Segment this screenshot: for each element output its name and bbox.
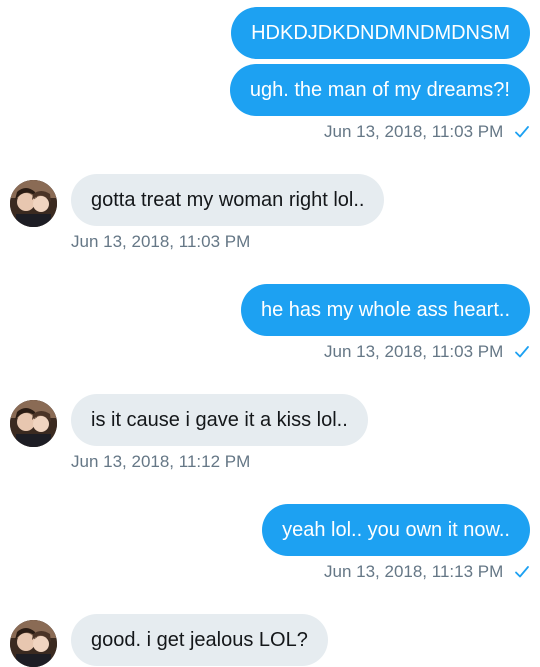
message-timestamp: Jun 13, 2018, 11:13 PM (324, 561, 530, 586)
sent-message-bubble[interactable]: he has my whole ass heart.. (240, 284, 530, 336)
received-message-bubble[interactable]: good. i get jealous LOL? (71, 614, 328, 666)
checkmark-icon (514, 564, 530, 586)
timestamp-text: Jun 13, 2018, 11:13 PM (324, 562, 504, 581)
message-text: yeah lol.. you own it now.. (282, 519, 510, 541)
sent-message-bubble[interactable]: HDKDJDKDNDMNDMDNSM (231, 7, 530, 59)
message-text: gotta treat my woman right lol.. (91, 189, 365, 211)
message-text: HDKDJDKDNDMNDMDNSM (251, 22, 510, 44)
message-thread: HDKDJDKDNDMNDMDNSM ugh. the man of my dr… (0, 0, 540, 667)
sent-message-bubble[interactable]: yeah lol.. you own it now.. (262, 504, 530, 556)
checkmark-icon (514, 344, 530, 366)
received-message-bubble[interactable]: gotta treat my woman right lol.. (71, 174, 385, 226)
message-text: good. i get jealous LOL? (91, 629, 308, 651)
message-timestamp: Jun 13, 2018, 11:03 PM (324, 121, 530, 146)
timestamp-text: Jun 13, 2018, 11:03 PM (71, 232, 251, 251)
avatar[interactable] (10, 180, 57, 227)
message-text: he has my whole ass heart.. (260, 299, 510, 321)
message-text: ugh. the man of my dreams?! (249, 79, 510, 101)
message-timestamp: Jun 13, 2018, 11:03 PM (324, 341, 530, 366)
message-timestamp: Jun 13, 2018, 11:03 PM (71, 231, 250, 253)
received-message-bubble[interactable]: is it cause i gave it a kiss lol.. (71, 394, 368, 446)
sent-message-bubble[interactable]: ugh. the man of my dreams?! (229, 64, 530, 116)
avatar[interactable] (10, 400, 57, 447)
message-timestamp: Jun 13, 2018, 11:12 PM (71, 451, 250, 473)
avatar[interactable] (10, 620, 57, 667)
timestamp-text: Jun 13, 2018, 11:12 PM (71, 452, 251, 471)
timestamp-text: Jun 13, 2018, 11:03 PM (324, 122, 504, 141)
checkmark-icon (514, 124, 530, 146)
message-text: is it cause i gave it a kiss lol.. (91, 409, 348, 431)
timestamp-text: Jun 13, 2018, 11:03 PM (324, 342, 504, 361)
